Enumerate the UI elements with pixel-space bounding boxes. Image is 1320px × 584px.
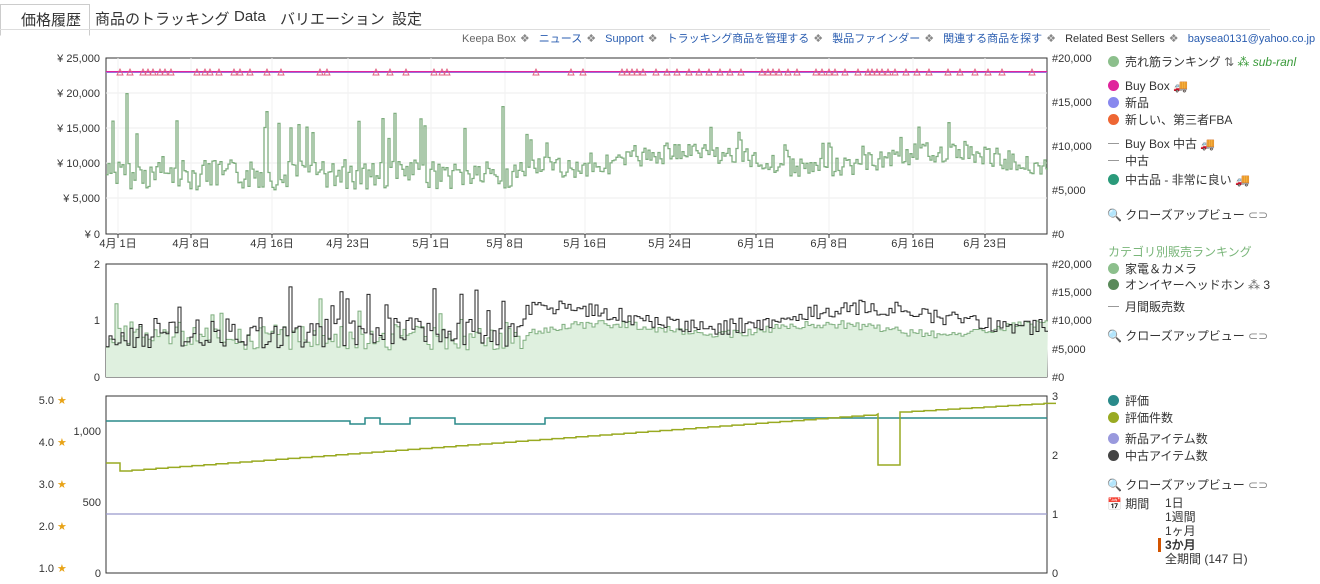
rating-star-tick: 4.0 (39, 437, 54, 449)
legend-used-item-count[interactable]: 中古アイテム数 (1108, 448, 1208, 464)
price-chart-y-axis-right: #20,000 #15,000 #10,000 #5,000 #0 (1052, 53, 1092, 241)
review-count-tick: 1,000 (73, 426, 101, 438)
zoom-toggle-rating[interactable]: 🔍 クローズアップビュー ⊂⊃ (1107, 476, 1268, 493)
date-x-tick: 5月 16日 (563, 238, 606, 250)
rank2-y-tick: 2 (94, 259, 100, 271)
legend-used-very-good[interactable]: 中古品 - 非常に良い 🚚 (1108, 172, 1250, 188)
right-count-tick: 1 (1052, 509, 1058, 521)
date-x-tick: 4月 23日 (326, 238, 369, 250)
date-x-tick: 5月 24日 (648, 238, 691, 250)
rating-star-tick: 2.0 (39, 521, 54, 533)
price-y-tick: ¥ 20,000 (56, 88, 100, 100)
legend-buy-box-used[interactable]: Buy Box 中古 🚚 (1108, 136, 1215, 152)
rating-legend: 評価 評価件数 新品アイテム数 中古アイテム数 (1108, 393, 1308, 465)
toggle-icon: ⊂⊃ (1248, 329, 1269, 343)
rank-y-tick: #10,000 (1052, 141, 1092, 153)
range-1-day[interactable]: 1日 (1165, 496, 1248, 510)
price-y-tick: ¥ 0 (84, 229, 100, 241)
price-y-tick: ¥ 10,000 (56, 158, 100, 170)
legend-new-item-count[interactable]: 新品アイテム数 (1108, 431, 1208, 447)
price-chart-frame (105, 57, 1048, 235)
rating-star-tick: 3.0 (39, 479, 54, 491)
search-icon: 🔍 (1107, 329, 1122, 343)
range-3-months[interactable]: 3か月 (1158, 538, 1248, 552)
rating-star-tick: 1.0 (39, 563, 54, 575)
legend-cat-electronics[interactable]: 家電＆カメラ (1108, 261, 1197, 277)
rank2-y-tick: 1 (94, 315, 100, 327)
price-chart-x-axis: 4月 1日 4月 8日 4月 16日 4月 23日 5月 1日 5月 8日 5月 16日 5月… (99, 234, 1007, 250)
rank2-y-right-tick: #0 (1052, 372, 1064, 384)
price-chart-y-axis-left: ¥ 25,000 ¥ 20,000 ¥ 15,000 ¥ 10,000 ¥ 5,000 ¥… (56, 53, 100, 241)
date-x-tick: 6月 23日 (963, 238, 1006, 250)
legend-new-3rd-fba[interactable]: 新しい、第三者FBA (1108, 112, 1232, 128)
rating-chart-y-axis-right: 3 2 1 0 (1052, 391, 1058, 580)
rank2-y-right-tick: #15,000 (1052, 287, 1092, 299)
date-x-tick: 4月 16日 (250, 238, 293, 250)
date-x-tick: 6月 16日 (891, 238, 934, 250)
price-y-tick: ¥ 15,000 (56, 123, 100, 135)
date-x-tick: 6月 1日 (737, 238, 774, 250)
legend-monthly-sales[interactable]: 月間販売数 (1108, 299, 1185, 315)
legend-review-count[interactable]: 評価件数 (1108, 410, 1173, 426)
rank-y-tick: #15,000 (1052, 97, 1092, 109)
zoom-toggle-price[interactable]: 🔍 クローズアップビュー ⊂⊃ (1107, 206, 1268, 223)
truck-icon: 🚚 (1200, 137, 1216, 151)
star-icon: ★ (57, 563, 67, 575)
right-count-tick: 2 (1052, 450, 1058, 462)
category-rank-title: カテゴリ別販売ランキング (1108, 245, 1252, 259)
legend-sales-rank[interactable]: 売れ筋ランキング ⇅ ⁂ sub-ranl (1108, 54, 1296, 70)
review-count-tick: 500 (83, 497, 101, 509)
price-y-tick: ¥ 25,000 (56, 53, 100, 65)
review-count-tick: 0 (95, 568, 101, 580)
category-legend: カテゴリ別販売ランキング 家電＆カメラ オンイヤーヘッドホン ⁂ 3 月間販売数 (1108, 244, 1308, 324)
rank2-y-right-tick: #20,000 (1052, 259, 1092, 271)
star-icon: ★ (57, 437, 67, 449)
rank2-y-right-tick: #5,000 (1052, 344, 1086, 356)
truck-icon: 🚚 (1173, 79, 1188, 93)
rating-chart-y-axis-left: 5.0 ★4.0 ★3.0 ★2.0 ★1.0 ★1,0005000 (39, 395, 101, 580)
rank-y-tick: #0 (1052, 229, 1064, 241)
price-y-tick: ¥ 5,000 (62, 193, 100, 205)
date-x-tick: 5月 8日 (486, 238, 523, 250)
date-x-tick: 6月 8日 (810, 238, 847, 250)
legend-used[interactable]: 中古 (1108, 153, 1149, 169)
hierarchy-icon: ⁂ (1248, 278, 1260, 292)
right-count-tick: 3 (1052, 391, 1058, 403)
truck-icon: 🚚 (1235, 173, 1250, 187)
rank2-y-right-tick: #10,000 (1052, 315, 1092, 327)
rank2-y-tick: 0 (94, 372, 100, 384)
range-1-week[interactable]: 1週間 (1165, 510, 1248, 524)
toggle-icon: ⊂⊃ (1248, 478, 1269, 492)
zoom-toggle-rank[interactable]: 🔍 クローズアップビュー ⊂⊃ (1107, 327, 1268, 344)
range-selector: 1日 1週間 1ヶ月 3か月 全期間 (147 日) (1158, 496, 1248, 566)
right-count-tick: 0 (1052, 568, 1058, 580)
legend-buy-box[interactable]: Buy Box 🚚 (1108, 78, 1188, 94)
date-x-tick: 4月 1日 (99, 238, 136, 250)
calendar-icon: 📅 (1107, 497, 1122, 511)
legend-rating[interactable]: 評価 (1108, 393, 1149, 409)
rank-y-tick: #20,000 (1052, 53, 1092, 65)
date-x-tick: 4月 8日 (172, 238, 209, 250)
date-x-tick: 5月 1日 (412, 238, 449, 250)
rank-chart-y-axis-right: #20,000 #15,000 #10,000 #5,000 #0 (1052, 259, 1092, 384)
toggle-icon: ⊂⊃ (1248, 208, 1269, 222)
sub-rank-toggle[interactable]: ⁂ sub-ranl (1237, 55, 1296, 69)
range-1-month[interactable]: 1ヶ月 (1165, 524, 1248, 538)
search-icon: 🔍 (1107, 478, 1122, 492)
star-icon: ★ (57, 521, 67, 533)
legend-cat-headphones[interactable]: オンイヤーヘッドホン ⁂ 3 (1108, 277, 1270, 293)
rank-y-tick: #5,000 (1052, 185, 1086, 197)
range-all-time[interactable]: 全期間 (147 日) (1165, 552, 1248, 566)
rating-star-tick: 5.0 (39, 395, 54, 407)
star-icon: ★ (57, 395, 67, 407)
price-legend: 売れ筋ランキング ⇅ ⁂ sub-ranl Buy Box 🚚 新品 新しい、第… (1108, 54, 1308, 204)
rating-chart-frame (105, 395, 1048, 574)
rank-chart-y-axis-left: 2 1 0 (94, 259, 100, 384)
legend-new[interactable]: 新品 (1108, 95, 1149, 111)
period-label: 📅 期間 (1107, 497, 1150, 511)
search-icon: 🔍 (1107, 208, 1122, 222)
star-icon: ★ (57, 479, 67, 491)
